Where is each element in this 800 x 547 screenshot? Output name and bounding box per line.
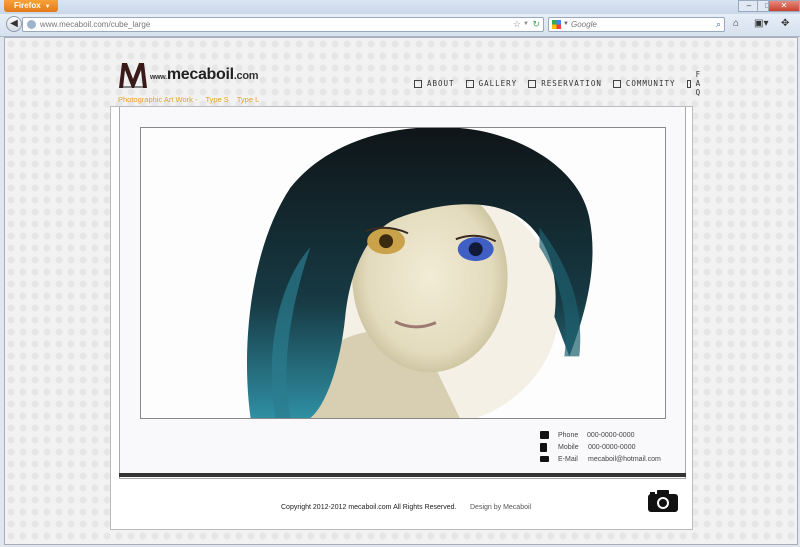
doll-photo[interactable] bbox=[140, 127, 666, 419]
checkbox-square-icon bbox=[465, 79, 474, 88]
globe-icon bbox=[27, 20, 36, 29]
history-dropdown-icon[interactable]: ▼ bbox=[523, 18, 529, 31]
design-credit: Design by Mecaboil bbox=[470, 504, 532, 511]
contact-row: Mobile 000-0000-0000 bbox=[540, 441, 661, 453]
site-container: www.mecaboil.com ABOUT GALLERY RESERVATI… bbox=[110, 58, 700, 530]
nav-faq[interactable]: F A Q bbox=[686, 70, 706, 97]
search-icon[interactable]: ⌕ bbox=[716, 18, 721, 31]
reload-icon[interactable]: ↻ bbox=[532, 18, 540, 31]
page-viewport: www.mecaboil.com ABOUT GALLERY RESERVATI… bbox=[4, 37, 798, 545]
title-bar: Firefox▼ – □ ✕ bbox=[0, 0, 800, 14]
firefox-menu-button[interactable]: Firefox ▼ bbox=[4, 0, 58, 12]
search-engine-dropdown-icon[interactable]: ▼ bbox=[563, 18, 569, 31]
content-panel: Phone 000-0000-0000 Mobile 000-0000-0000… bbox=[119, 107, 686, 479]
checkbox-square-icon bbox=[528, 79, 537, 88]
divider-bar bbox=[119, 473, 686, 477]
bookmarks-menu-icon[interactable]: ▣▾ bbox=[754, 18, 768, 30]
phone-icon bbox=[540, 431, 549, 439]
subnav-type-s-link[interactable]: Type S bbox=[205, 95, 228, 104]
camera-icon[interactable] bbox=[648, 490, 678, 512]
footer: Copyright 2012-2012 mecaboil.com All Rig… bbox=[110, 490, 693, 522]
google-icon[interactable] bbox=[552, 20, 561, 29]
contact-row: E-Mail mecaboil@hotmail.com bbox=[540, 453, 661, 465]
nav-gallery[interactable]: GALLERY bbox=[465, 70, 518, 97]
bookmark-star-icon[interactable]: ☆ bbox=[513, 18, 521, 31]
back-button[interactable]: ◀ bbox=[6, 16, 22, 32]
nav-label: F A Q bbox=[695, 70, 702, 97]
nav-label: COMMUNITY bbox=[625, 79, 676, 88]
home-icon[interactable]: ⌂ bbox=[733, 18, 739, 30]
contact-row: Phone 000-0000-0000 bbox=[540, 429, 661, 441]
nav-about[interactable]: ABOUT bbox=[414, 70, 455, 97]
navigation-toolbar: ◀ www.mecaboil.com/cube_large ☆ ▼ ↻ ▼ Go… bbox=[0, 14, 800, 37]
site-logo-text[interactable]: www.mecaboil.com bbox=[150, 66, 259, 84]
nav-label: RESERVATION bbox=[541, 79, 602, 88]
url-host: www.mecaboil.com bbox=[40, 20, 109, 29]
checkbox-square-icon bbox=[414, 79, 422, 88]
close-button[interactable]: ✕ bbox=[768, 0, 800, 12]
subnav-category: Photographic Art Work - bbox=[118, 95, 198, 104]
contact-info: Phone 000-0000-0000 Mobile 000-0000-0000… bbox=[540, 429, 661, 465]
mail-icon bbox=[540, 456, 549, 462]
nav-community[interactable]: COMMUNITY bbox=[612, 70, 676, 97]
arrow-left-icon: ◀ bbox=[10, 18, 18, 29]
url-path: /cube_large bbox=[108, 20, 151, 29]
logo-name: mecaboil bbox=[166, 66, 234, 83]
logo-www: www. bbox=[150, 74, 167, 81]
nav-label: GALLERY bbox=[478, 79, 518, 88]
contact-value: 000-0000-0000 bbox=[588, 443, 636, 451]
nav-label: ABOUT bbox=[427, 79, 455, 88]
subnav-type-l-link[interactable]: Type L bbox=[237, 95, 260, 104]
url-bar[interactable]: www.mecaboil.com/cube_large ☆ ▼ ↻ bbox=[22, 17, 544, 32]
sub-navigation: Photographic Art Work - Type S Type L bbox=[118, 95, 265, 104]
search-placeholder: Google bbox=[571, 20, 597, 29]
logo-tld: .com bbox=[233, 70, 259, 82]
chevron-down-icon: ▼ bbox=[44, 4, 51, 10]
contact-value: 000-0000-0000 bbox=[587, 431, 635, 439]
addons-icon[interactable]: ✥ bbox=[781, 18, 789, 30]
contact-value[interactable]: mecaboil@hotmail.com bbox=[588, 456, 661, 463]
url-text: www.mecaboil.com/cube_large bbox=[40, 19, 150, 30]
checkbox-square-icon bbox=[686, 79, 691, 88]
content-frame: Phone 000-0000-0000 Mobile 000-0000-0000… bbox=[110, 106, 693, 530]
nav-reservation[interactable]: RESERVATION bbox=[528, 70, 602, 97]
firefox-menu-label: Firefox bbox=[14, 1, 41, 10]
mecaboil-logo-icon[interactable] bbox=[118, 61, 148, 89]
search-bar[interactable]: ▼ Google ⌕ bbox=[548, 17, 725, 32]
copyright-text: Copyright 2012-2012 mecaboil.com All Rig… bbox=[281, 504, 457, 511]
main-nav: ABOUT GALLERY RESERVATION COMMUNITY F A … bbox=[414, 70, 716, 97]
contact-label: Phone bbox=[558, 431, 579, 439]
contact-label: E-Mail bbox=[558, 455, 578, 463]
mobile-icon bbox=[540, 442, 547, 452]
contact-label: Mobile bbox=[558, 443, 579, 451]
checkbox-square-icon bbox=[612, 79, 621, 88]
